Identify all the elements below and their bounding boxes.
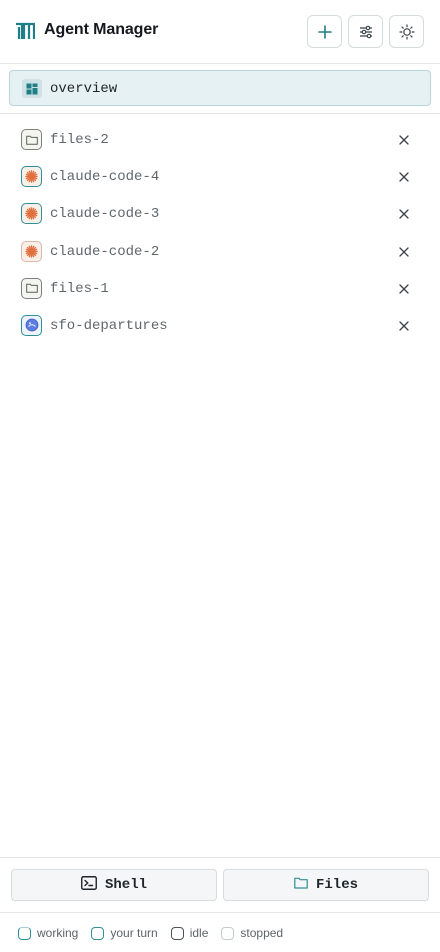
- session-item-claude-code-4[interactable]: claude-code-4: [0, 158, 440, 195]
- divider: [0, 912, 440, 913]
- divider: [0, 113, 440, 114]
- shell-label: Shell: [104, 877, 147, 893]
- session-label: claude-code-2: [50, 243, 160, 260]
- session-list: files-2 claude-code-4 claude-code-3 clau…: [0, 121, 440, 344]
- close-icon[interactable]: [396, 132, 412, 148]
- browser-icon: [21, 314, 42, 336]
- folder-icon: [21, 129, 42, 150]
- terminal-icon: [81, 875, 97, 895]
- header: Agent Manager: [0, 0, 440, 64]
- new-session-button[interactable]: [307, 15, 342, 48]
- session-label: sfo-departures: [50, 317, 168, 334]
- sliders-icon: [359, 25, 373, 39]
- legend-item-working: working: [18, 926, 78, 940]
- session-item-sfo-departures[interactable]: sfo-departures: [0, 307, 440, 344]
- working-status-icon: [18, 926, 31, 940]
- close-icon[interactable]: [396, 318, 412, 334]
- close-icon[interactable]: [396, 206, 412, 222]
- claude-icon: [21, 240, 42, 262]
- status-legend: working your turn idle stopped: [18, 925, 296, 941]
- sun-icon: [398, 23, 415, 40]
- legend-item-your-turn: your turn: [91, 926, 158, 940]
- close-icon[interactable]: [396, 169, 412, 185]
- session-label: claude-code-3: [50, 206, 160, 223]
- folder-icon: [294, 876, 308, 894]
- session-item-files-2[interactable]: files-2: [0, 121, 440, 158]
- agent-manager-logo-icon: [15, 22, 36, 40]
- settings-button[interactable]: [348, 15, 383, 48]
- overview-label: overview: [50, 81, 118, 97]
- session-item-claude-code-2[interactable]: claude-code-2: [0, 233, 440, 270]
- divider: [0, 857, 440, 858]
- stopped-status-icon: [221, 926, 235, 940]
- session-label: files-1: [50, 280, 109, 297]
- dashboard-icon: [22, 79, 42, 98]
- session-item-files-1[interactable]: files-1: [0, 270, 440, 307]
- legend-label: your turn: [110, 926, 158, 940]
- close-icon[interactable]: [396, 281, 412, 297]
- theme-toggle-button[interactable]: [389, 15, 424, 48]
- session-label: files-2: [50, 132, 109, 148]
- claude-icon: [21, 203, 42, 225]
- legend-label: idle: [189, 926, 209, 940]
- your-turn-status-icon: [91, 926, 105, 940]
- session-label: claude-code-4: [50, 169, 160, 186]
- idle-status-icon: [170, 926, 184, 940]
- agent-manager-app: Agent Manager overview files-2 claude-co…: [0, 0, 440, 952]
- plus-icon: [317, 24, 332, 39]
- session-item-claude-code-3[interactable]: claude-code-3: [0, 195, 440, 232]
- legend-label: working: [37, 926, 79, 940]
- close-icon[interactable]: [396, 244, 412, 260]
- folder-icon: [21, 277, 42, 299]
- legend-item-idle: idle: [170, 926, 209, 940]
- files-label: Files: [315, 877, 358, 893]
- overview-item[interactable]: overview: [9, 70, 431, 106]
- claude-icon: [21, 166, 42, 188]
- shell-button[interactable]: Shell: [11, 869, 217, 901]
- legend-label: stopped: [240, 926, 284, 940]
- legend-item-stopped: stopped: [221, 926, 283, 940]
- files-button[interactable]: Files: [223, 869, 429, 901]
- app-title: Agent Manager: [44, 21, 159, 38]
